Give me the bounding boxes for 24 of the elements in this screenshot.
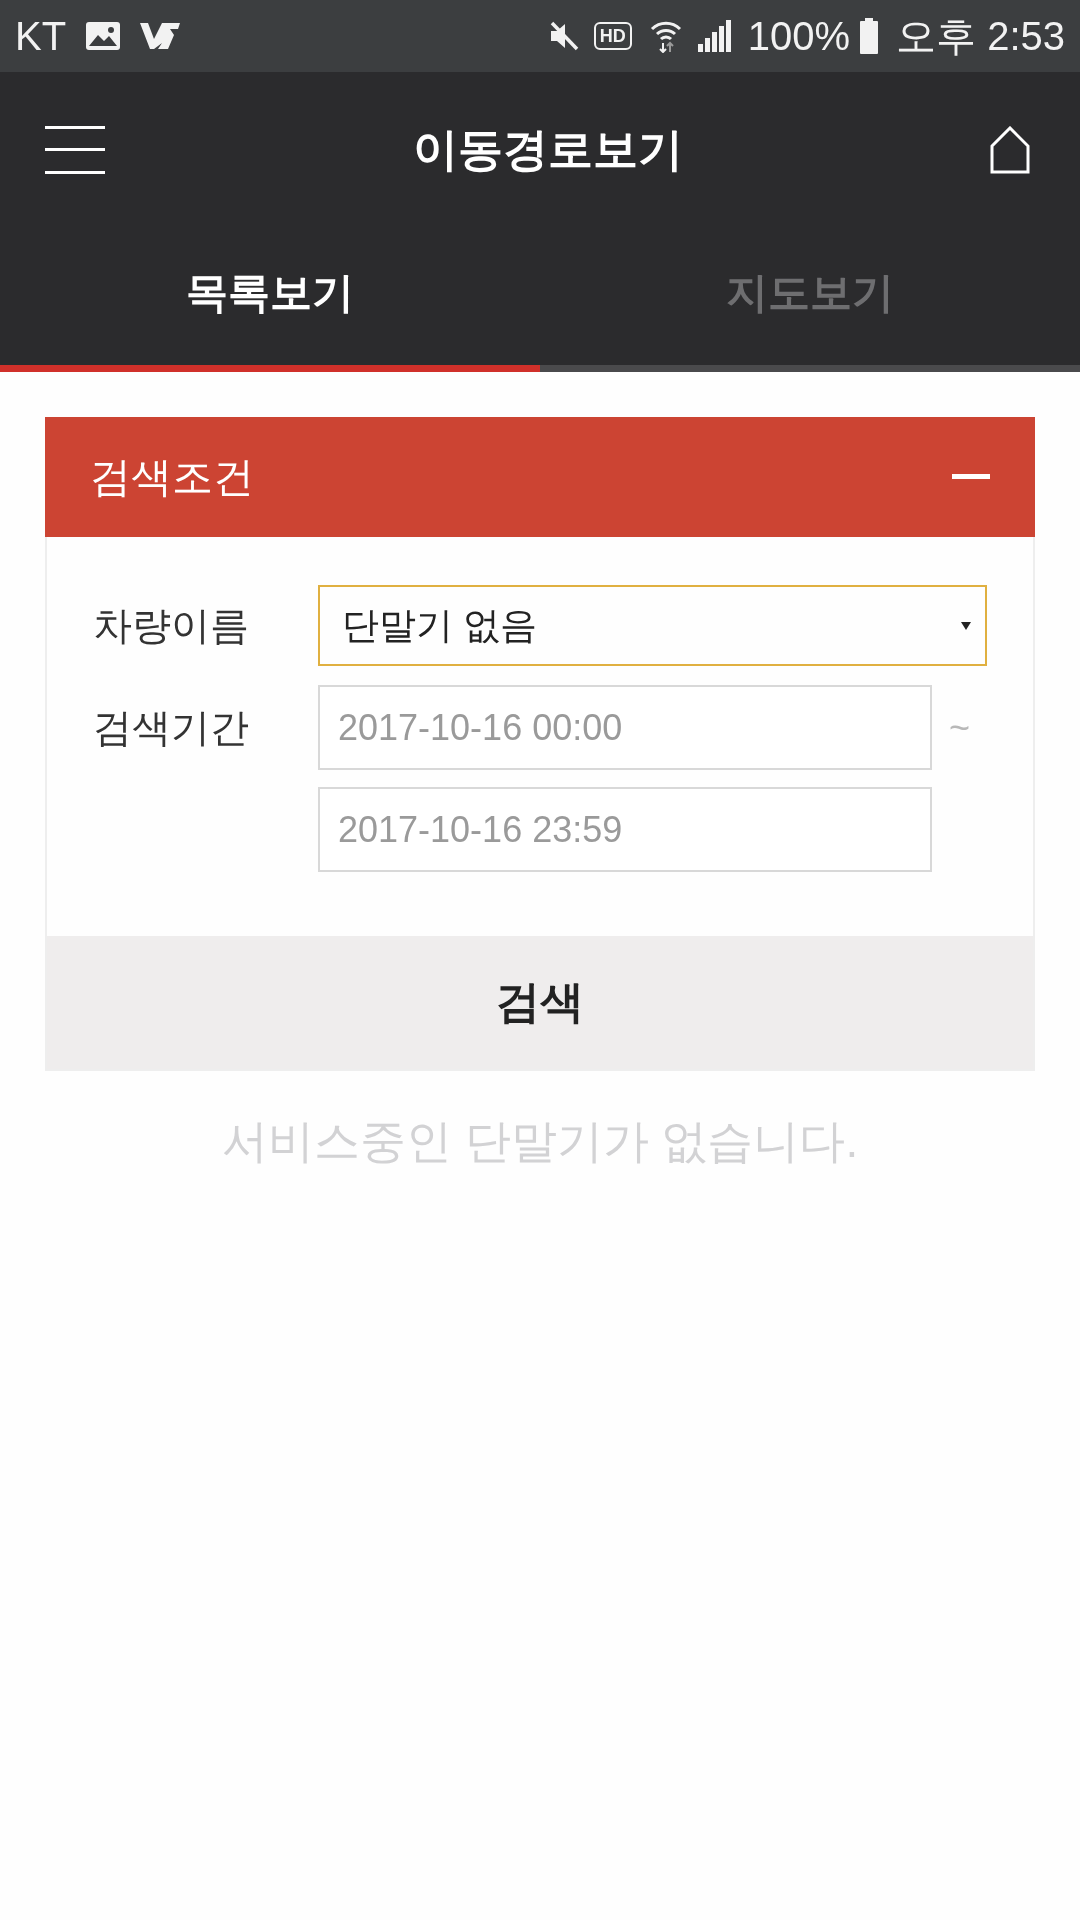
caret-icon — [961, 621, 971, 630]
carrier-name: KT — [15, 14, 67, 58]
minus-icon — [952, 474, 990, 480]
collapse-button[interactable] — [952, 474, 990, 480]
battery-percent: 100% — [747, 14, 851, 58]
search-button[interactable]: 검색 — [47, 936, 1033, 1069]
range-separator: ~ — [948, 706, 971, 749]
field-label: 차량이름 — [93, 602, 250, 649]
hd-voice-badge: HD — [593, 22, 632, 50]
tab[interactable]: 목록보기 — [0, 228, 540, 372]
field-label: 검색기간 — [93, 705, 250, 751]
clock: 오후 2:53 — [896, 14, 1065, 58]
signal-icon — [697, 20, 732, 52]
image-icon — [86, 22, 121, 50]
vehicle-select[interactable]: 단말기 없음 — [318, 585, 987, 666]
search-panel-title: 검색조건 — [90, 452, 254, 502]
battery-icon — [860, 18, 879, 54]
wifi-icon — [649, 19, 682, 53]
slash-logo-icon — [140, 21, 181, 51]
home-icon — [990, 126, 1030, 174]
menu-icon — [45, 126, 105, 174]
page-title: 이동경로보기 — [412, 123, 683, 177]
menu-button[interactable] — [45, 126, 105, 174]
home-button[interactable] — [990, 126, 1030, 174]
